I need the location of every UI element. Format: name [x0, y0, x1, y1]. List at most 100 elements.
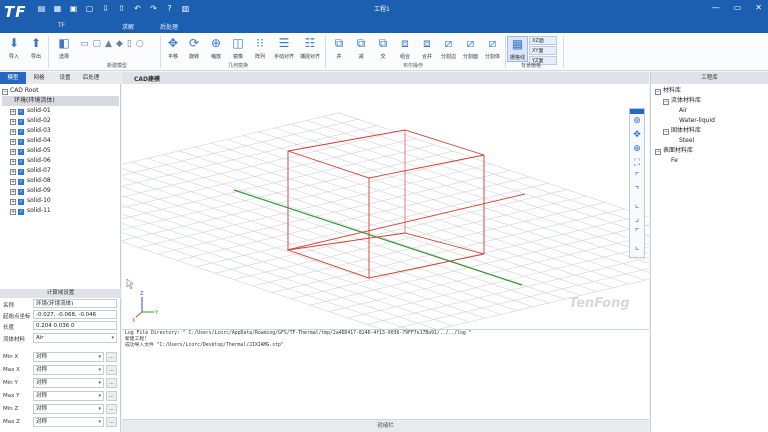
expand-icon[interactable]: + [10, 199, 16, 205]
view-top-icon[interactable]: ⌜ [630, 226, 644, 240]
snap-align-button[interactable]: ☷ 捕捉对齐 [298, 36, 322, 60]
expand-icon[interactable]: + [10, 179, 16, 185]
collapse-icon[interactable]: − [663, 99, 669, 105]
material-tree-item[interactable]: Air [655, 106, 715, 116]
material-tree-item[interactable]: − 固体材料库 [655, 126, 715, 136]
tree-item-solid[interactable]: + ✓ solid-06 [2, 156, 119, 166]
maximize-icon[interactable]: ▭ [734, 3, 742, 12]
checkbox-icon[interactable]: ✓ [18, 129, 24, 135]
disk-icon[interactable]: ○ [136, 39, 148, 49]
view-back-icon[interactable]: ⌝ [630, 184, 644, 198]
collapse-icon[interactable]: − [2, 89, 8, 95]
checkbox-icon[interactable]: ✓ [18, 179, 24, 185]
checkbox-icon[interactable]: ✓ [18, 139, 24, 145]
tab-mesh[interactable]: 网格 [26, 72, 52, 84]
tree-item-environment[interactable]: 环境(环境流体) [2, 96, 119, 106]
checkbox-icon[interactable]: ✓ [18, 119, 24, 125]
zoom-icon[interactable]: ⊕ [630, 142, 644, 156]
view-left-icon[interactable]: ⌞ [630, 198, 644, 212]
view-front-icon[interactable]: ⌜ [630, 170, 644, 184]
view-bottom-icon[interactable]: ⌞ [630, 240, 644, 254]
material-tree-item[interactable]: − 材料库 [655, 86, 715, 96]
boundary-select[interactable]: 对称 ▾ [33, 404, 104, 414]
select-button[interactable]: ◧ 选择 [53, 36, 75, 60]
more-button[interactable]: ... [106, 391, 117, 401]
boundary-select[interactable]: 对称 ▾ [33, 378, 104, 388]
expand-icon[interactable]: + [10, 149, 16, 155]
translate-button[interactable]: ✥ 平移 [162, 36, 184, 60]
tab-post[interactable]: 后处理 [78, 72, 104, 84]
checkbox-icon[interactable]: ✓ [18, 199, 24, 205]
expand-icon[interactable]: + [10, 169, 16, 175]
cylinder-icon[interactable]: ▯ [127, 39, 136, 49]
subtract-button[interactable]: ⧉ 减 [350, 36, 372, 60]
expand-icon[interactable]: + [10, 209, 16, 215]
grid-lines-button[interactable]: ▦ 栅格线 [507, 36, 528, 62]
manual-align-button[interactable]: ☰ 手动对齐 [272, 36, 296, 60]
expand-icon[interactable]: + [10, 109, 16, 115]
tree-root[interactable]: − CAD Root [2, 86, 119, 96]
scale-button[interactable]: ⊕ 缩放 [205, 36, 227, 60]
tab-tf[interactable]: TF [58, 22, 65, 29]
cone-icon[interactable]: ▲ [105, 39, 116, 49]
tree-item-solid[interactable]: + ✓ solid-03 [2, 126, 119, 136]
new-file-icon[interactable]: ▤ [37, 4, 46, 14]
tree-item-solid[interactable]: + ✓ solid-07 [2, 166, 119, 176]
name-field[interactable]: 环境(环境流体) [33, 299, 117, 308]
more-button[interactable]: ... [106, 352, 117, 362]
collapse-icon[interactable]: − [663, 129, 669, 135]
fit-view-icon[interactable]: ⛶ [630, 156, 644, 170]
xz-plane-button[interactable]: XZ面 [529, 36, 557, 45]
expand-icon[interactable]: + [10, 189, 16, 195]
cad-viewport[interactable]: Z Y X TenFong [0, 84, 758, 338]
redo-icon[interactable]: ↷ [149, 4, 158, 14]
tree-item-solid[interactable]: + ✓ solid-05 [2, 146, 119, 156]
cube-icon[interactable]: ▭ [80, 39, 93, 49]
fluid-material-select[interactable]: Air ▾ [33, 333, 117, 343]
mirror-button[interactable]: ◫ 镜像 [227, 36, 249, 60]
split-edge-button[interactable]: ⧄ 分割边 [438, 36, 459, 60]
checkbox-icon[interactable]: ✓ [18, 109, 24, 115]
more-button[interactable]: ... [106, 404, 117, 414]
import-button[interactable]: ⬇ 导入 [3, 36, 25, 60]
material-tree-item[interactable]: − 流体材料库 [655, 96, 715, 106]
checkbox-icon[interactable]: ✓ [18, 149, 24, 155]
combine-button[interactable]: ⧈ 组合 [394, 36, 416, 60]
more-button[interactable]: ... [106, 417, 117, 427]
boundary-select[interactable]: 对称 ▾ [33, 365, 104, 375]
material-tree-item[interactable]: Water-liquid [655, 116, 715, 126]
checkbox-icon[interactable]: ✓ [18, 159, 24, 165]
start-point-field[interactable]: -0.027, -0.068, -0.046 [33, 310, 117, 319]
boundary-select[interactable]: 对称 ▾ [33, 352, 104, 362]
checkbox-icon[interactable]: ✓ [18, 209, 24, 215]
expand-icon[interactable]: + [10, 139, 16, 145]
minimize-icon[interactable]: — [712, 3, 720, 12]
settings-icon[interactable]: ▥ [181, 4, 190, 14]
tab-solve[interactable]: 求解 [122, 22, 134, 31]
orbit-icon[interactable]: ⊛ [630, 114, 644, 128]
more-button[interactable]: ... [106, 365, 117, 375]
tree-item-solid[interactable]: + ✓ solid-09 [2, 186, 119, 196]
undo-icon[interactable]: ↶ [133, 4, 142, 14]
checkbox-icon[interactable]: ✓ [18, 189, 24, 195]
expand-icon[interactable]: + [10, 159, 16, 165]
rotate-button[interactable]: ⟳ 旋转 [183, 36, 205, 60]
tab-model[interactable]: 模型 [0, 72, 26, 84]
material-tree-item[interactable]: Steel [655, 136, 715, 146]
split-body-button[interactable]: ⧄ 分割体 [482, 36, 503, 60]
material-tree-item[interactable]: Fe [655, 156, 715, 166]
import-icon[interactable]: ⇩ [101, 4, 110, 14]
close-icon[interactable]: ✕ [755, 3, 762, 12]
intersect-button[interactable]: ⧉ 交 [372, 36, 394, 60]
tree-item-solid[interactable]: + ✓ solid-10 [2, 196, 119, 206]
save-icon[interactable]: ▣ [69, 4, 78, 14]
more-button[interactable]: ... [106, 378, 117, 388]
open-file-icon[interactable]: ▦ [53, 4, 62, 14]
tree-item-solid[interactable]: + ✓ solid-04 [2, 136, 119, 146]
export-icon[interactable]: ⇧ [117, 4, 126, 14]
union-button[interactable]: ⧉ 并 [328, 36, 350, 60]
collapse-icon[interactable]: − [655, 89, 661, 95]
tab-settings[interactable]: 设置 [52, 72, 78, 84]
boundary-select[interactable]: 对称 ▾ [33, 391, 104, 401]
collapse-icon[interactable]: − [655, 149, 661, 155]
